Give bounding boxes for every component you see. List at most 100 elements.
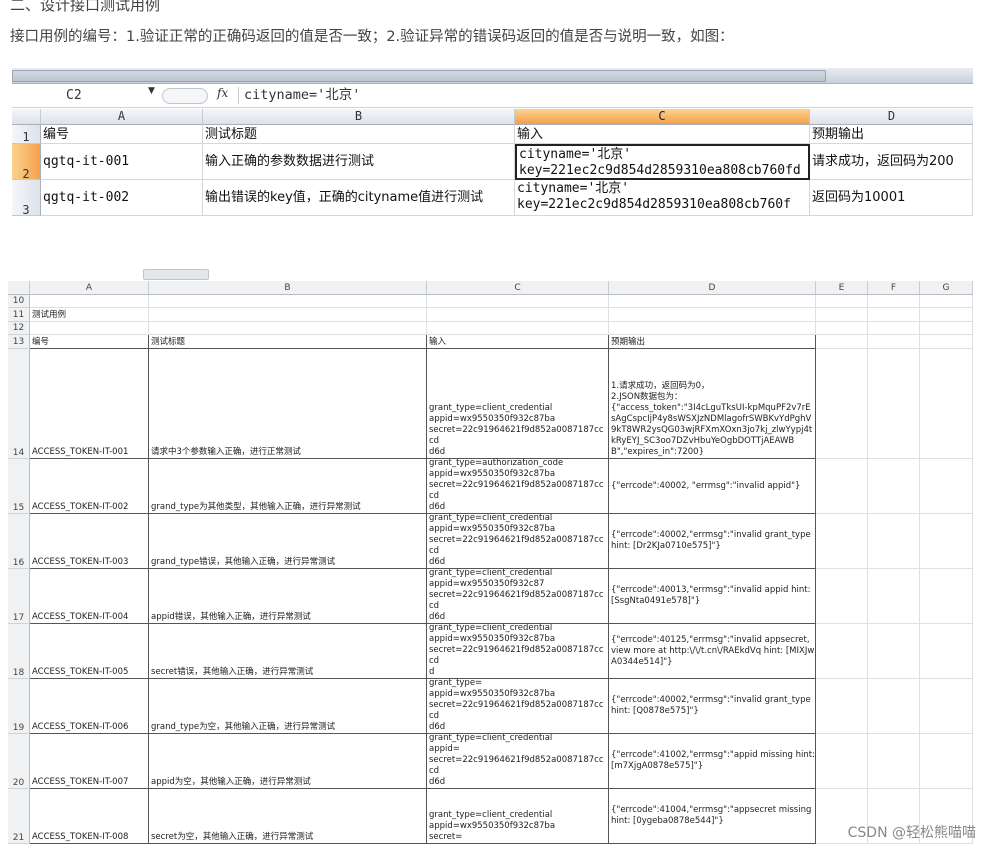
formula-input[interactable]: cityname='北京' <box>244 85 360 105</box>
case-row-1-b[interactable]: 请求中3个参数输入正确，进行正常测试 <box>149 349 427 459</box>
row-header-13[interactable]: 13 <box>8 335 30 349</box>
case-row-4-c[interactable]: grant_type=client_credential appid=wx955… <box>427 569 609 624</box>
case-row-7-c[interactable]: grant_type=client_credential appid= secr… <box>427 734 609 789</box>
row-header-19[interactable]: 19 <box>8 679 30 734</box>
row-header-3[interactable]: 3 <box>12 180 41 217</box>
case-row-6-a[interactable]: ACCESS_TOKEN-IT-006 <box>30 679 149 734</box>
case-row-3-d[interactable]: {"errcode":40002,"errmsg":"invalid grant… <box>609 514 816 569</box>
case-row-4-a[interactable]: ACCESS_TOKEN-IT-004 <box>30 569 149 624</box>
case-row-3-c[interactable]: grant_type=client_credential appid=wx955… <box>427 514 609 569</box>
case-row-7-a[interactable]: ACCESS_TOKEN-IT-007 <box>30 734 149 789</box>
case-row-3-b[interactable]: grand_type错误，其他输入正确，进行异常测试 <box>149 514 427 569</box>
cell[interactable] <box>868 322 920 335</box>
cell[interactable] <box>427 308 609 322</box>
cell[interactable] <box>609 295 816 308</box>
col-header-a[interactable]: A <box>41 109 203 125</box>
cell[interactable] <box>920 335 973 349</box>
cell-c3[interactable]: cityname='北京' key=221ec2c9d854d2859310ea… <box>515 180 810 216</box>
cell-c2-active[interactable]: cityname='北京' key=221ec2c9d854d2859310ea… <box>515 144 810 180</box>
cell-a3[interactable]: qgtq-it-002 <box>41 180 203 216</box>
cell[interactable] <box>816 322 868 335</box>
cell[interactable] <box>920 322 973 335</box>
row-header-17[interactable]: 17 <box>8 569 30 624</box>
cell[interactable] <box>868 308 920 322</box>
table-header-a[interactable]: 编号 <box>30 335 149 349</box>
cell-b3[interactable]: 输出错误的key值，正确的cityname值进行测试 <box>203 180 515 216</box>
cell-a2[interactable]: qgtq-it-001 <box>41 144 203 180</box>
case-row-5-b[interactable]: secret错误，其他输入正确，进行异常测试 <box>149 624 427 679</box>
cell[interactable] <box>920 569 973 624</box>
row-header-15[interactable]: 15 <box>8 459 30 514</box>
cell[interactable] <box>920 624 973 679</box>
case-row-6-d[interactable]: {"errcode":40002,"errmsg":"invalid grant… <box>609 679 816 734</box>
cell[interactable] <box>816 459 868 514</box>
table-header-d[interactable]: 预期输出 <box>609 335 816 349</box>
cell[interactable] <box>427 322 609 335</box>
cell[interactable] <box>816 569 868 624</box>
table-header-b[interactable]: 测试标题 <box>149 335 427 349</box>
col-header-g[interactable]: G <box>920 281 973 295</box>
row-header-16[interactable]: 16 <box>8 514 30 569</box>
cell[interactable] <box>609 308 816 322</box>
case-row-5-a[interactable]: ACCESS_TOKEN-IT-005 <box>30 624 149 679</box>
cell[interactable] <box>868 295 920 308</box>
col-header-b[interactable]: B <box>149 281 427 295</box>
cell[interactable] <box>816 349 868 459</box>
row-header-14[interactable]: 14 <box>8 349 30 459</box>
case-row-2-c[interactable]: grant_type=authorization_code appid=wx95… <box>427 459 609 514</box>
col-header-c[interactable]: C <box>427 281 609 295</box>
cell-c1[interactable]: 输入 <box>515 125 810 144</box>
cell[interactable] <box>868 514 920 569</box>
case-row-3-a[interactable]: ACCESS_TOKEN-IT-003 <box>30 514 149 569</box>
cell[interactable] <box>868 734 920 789</box>
cell[interactable] <box>816 335 868 349</box>
case-row-8-b[interactable]: secret为空，其他输入正确，进行异常测试 <box>149 789 427 844</box>
row-header-12[interactable]: 12 <box>8 322 30 335</box>
row-header-21[interactable]: 21 <box>8 789 30 844</box>
row-header-18[interactable]: 18 <box>8 624 30 679</box>
cell[interactable] <box>816 734 868 789</box>
cell[interactable] <box>868 335 920 349</box>
case-row-4-d[interactable]: {"errcode":40013,"errmsg":"invalid appid… <box>609 569 816 624</box>
cell[interactable] <box>868 624 920 679</box>
cell[interactable] <box>868 349 920 459</box>
case-row-2-a[interactable]: ACCESS_TOKEN-IT-002 <box>30 459 149 514</box>
cell[interactable] <box>920 295 973 308</box>
cell-b1[interactable]: 测试标题 <box>203 125 515 144</box>
col-header-e[interactable]: E <box>816 281 868 295</box>
cell[interactable] <box>920 514 973 569</box>
cell[interactable] <box>149 308 427 322</box>
cell[interactable] <box>920 349 973 459</box>
cell[interactable] <box>816 679 868 734</box>
row-header-2[interactable]: 2 <box>12 144 41 181</box>
case-row-1-d[interactable]: 1.请求成功，返回码为0， 2.JSON数据包为： {"access_token… <box>609 349 816 459</box>
cell[interactable] <box>920 734 973 789</box>
name-box[interactable]: C2 <box>12 86 162 105</box>
case-row-2-d[interactable]: {"errcode":40002, "errmsg":"invalid appi… <box>609 459 816 514</box>
scroll-thumb[interactable] <box>143 269 209 280</box>
cell[interactable] <box>149 295 427 308</box>
case-row-5-d[interactable]: {"errcode":40125,"errmsg":"invalid appse… <box>609 624 816 679</box>
name-box-dropdown-icon[interactable]: ▼ <box>148 86 155 96</box>
fx-icon[interactable]: fx <box>217 86 228 100</box>
case-row-8-d[interactable]: {"errcode":41004,"errmsg":"appsecret mis… <box>609 789 816 844</box>
case-row-8-a[interactable]: ACCESS_TOKEN-IT-008 <box>30 789 149 844</box>
cell[interactable] <box>816 295 868 308</box>
cell[interactable] <box>920 459 973 514</box>
case-row-7-b[interactable]: appid为空，其他输入正确，进行异常测试 <box>149 734 427 789</box>
case-row-2-b[interactable]: grand_type为其他类型，其他输入正确，进行异常测试 <box>149 459 427 514</box>
case-row-7-d[interactable]: {"errcode":41002,"errmsg":"appid missing… <box>609 734 816 789</box>
row-header-10[interactable]: 10 <box>8 295 30 308</box>
cell[interactable] <box>868 459 920 514</box>
col-header-b[interactable]: B <box>203 109 515 125</box>
cell[interactable] <box>30 322 149 335</box>
cell-d2[interactable]: 请求成功，返回码为200 <box>810 144 973 180</box>
cell[interactable] <box>609 322 816 335</box>
row-header-20[interactable]: 20 <box>8 734 30 789</box>
cell-d1[interactable]: 预期输出 <box>810 125 973 144</box>
case-row-6-b[interactable]: grand_type为空，其他输入正确，进行异常测试 <box>149 679 427 734</box>
case-row-6-c[interactable]: grant_type= appid=wx9550350f932c87ba sec… <box>427 679 609 734</box>
cell[interactable] <box>816 514 868 569</box>
table-header-c[interactable]: 输入 <box>427 335 609 349</box>
section-title-cell[interactable]: 测试用例 <box>30 308 149 322</box>
